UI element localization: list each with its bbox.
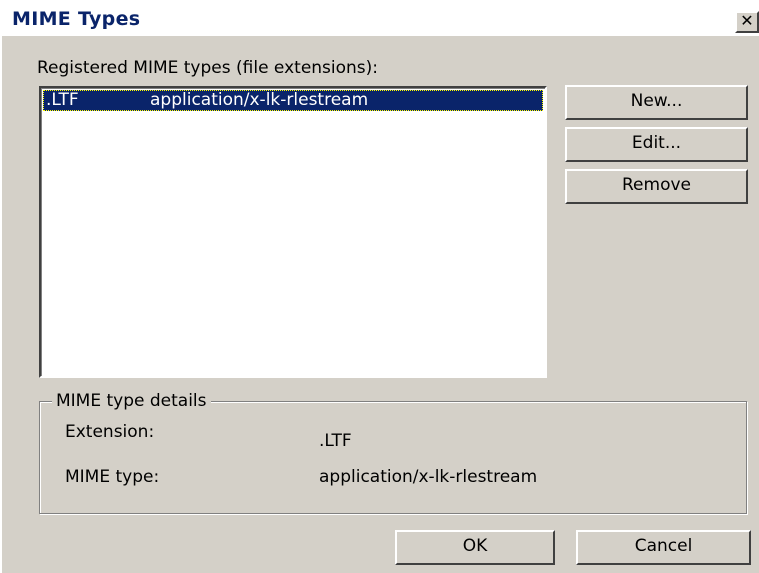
- dialog-title: MIME Types: [12, 8, 141, 30]
- mime-types-dialog: MIME Types ✕ Registered MIME types (file…: [0, 0, 759, 573]
- mime-types-list[interactable]: .LTF application/x-lk-rlestream: [39, 86, 547, 378]
- details-group-title: MIME type details: [52, 391, 211, 411]
- list-item[interactable]: .LTF application/x-lk-rlestream: [43, 90, 543, 111]
- edit-button-label: Edit...: [631, 133, 682, 153]
- ok-button[interactable]: OK: [395, 530, 555, 565]
- mime-type-value: application/x-lk-rlestream: [319, 467, 538, 487]
- mime-type-details-group: [39, 401, 747, 514]
- close-button[interactable]: ✕: [735, 11, 759, 33]
- new-button[interactable]: New...: [565, 85, 748, 120]
- list-item-mime-type: application/x-lk-rlestream: [150, 90, 369, 110]
- remove-button-label: Remove: [622, 175, 691, 195]
- list-item-extension: .LTF: [46, 90, 79, 110]
- new-button-label: New...: [630, 91, 683, 111]
- cancel-button-label: Cancel: [634, 536, 693, 556]
- edit-button[interactable]: Edit...: [565, 127, 748, 162]
- extension-value: .LTF: [319, 431, 352, 451]
- cancel-button[interactable]: Cancel: [576, 530, 751, 565]
- mime-type-label: MIME type:: [65, 467, 160, 487]
- title-bar: MIME Types ✕: [2, 0, 759, 36]
- extension-label: Extension:: [65, 422, 155, 442]
- ok-button-label: OK: [462, 536, 488, 556]
- close-icon: ✕: [740, 11, 754, 30]
- registered-types-label: Registered MIME types (file extensions):: [37, 58, 379, 78]
- remove-button[interactable]: Remove: [565, 169, 748, 204]
